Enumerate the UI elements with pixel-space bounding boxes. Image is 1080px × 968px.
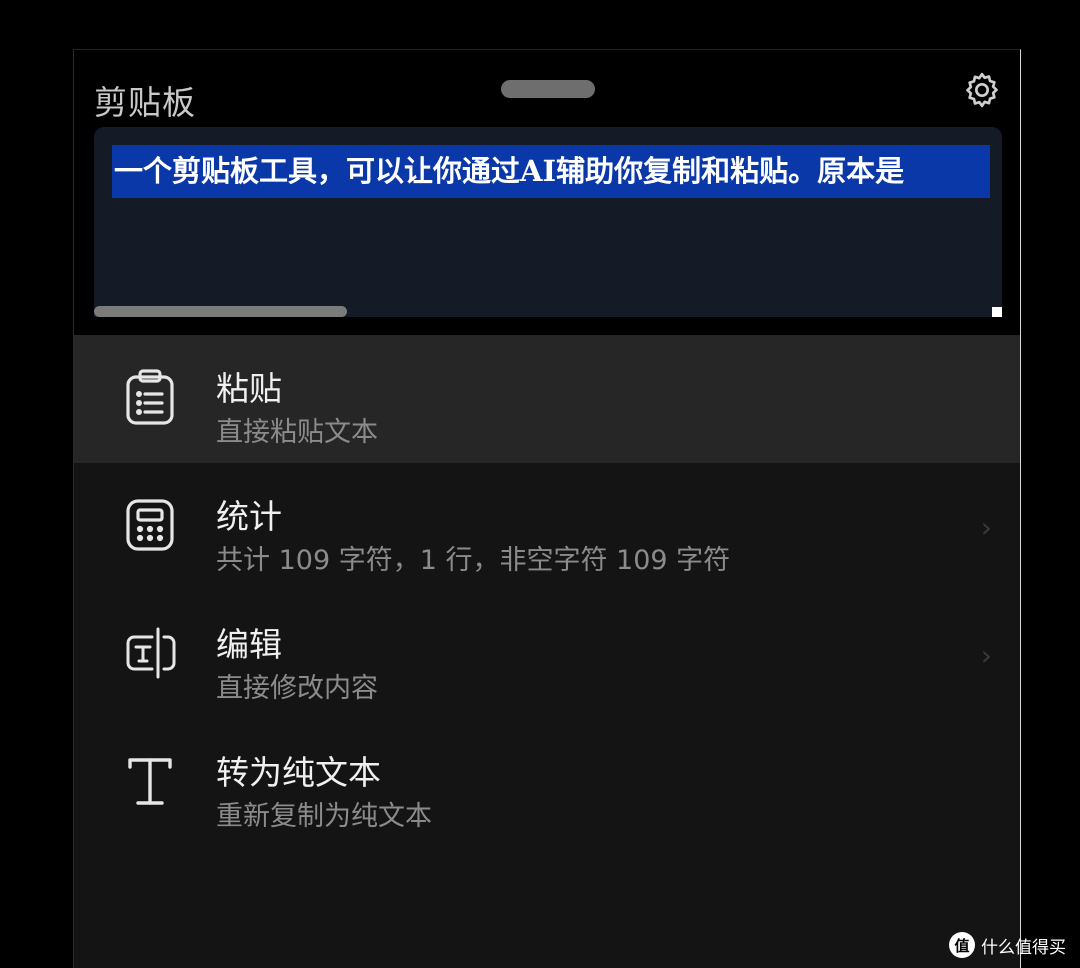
gear-icon[interactable] [962,70,1002,110]
calculator-icon [122,495,178,555]
panel-title: 剪贴板 [94,83,196,122]
clipboard-panel: 剪贴板 一个剪贴板工具，可以让你通过AI辅助你复制和粘贴。原本是 粘贴 直接粘贴… [73,49,1021,968]
menu-item-description: 直接粘贴文本 [216,417,378,448]
text-type-icon [122,751,178,811]
menu-item-paste[interactable]: 粘贴 直接粘贴文本 [74,335,1020,463]
menu-item-stats[interactable]: 统计 共计 109 字符，1 行，非空字符 109 字符 › [74,463,1020,591]
resize-handle[interactable] [992,307,1002,317]
menu-item-description: 共计 109 字符，1 行，非空字符 109 字符 [216,545,731,576]
chevron-right-icon: › [980,639,992,672]
clipboard-text-area[interactable]: 一个剪贴板工具，可以让你通过AI辅助你复制和粘贴。原本是 [94,127,1002,317]
selected-text[interactable]: 一个剪贴板工具，可以让你通过AI辅助你复制和粘贴。原本是 [112,145,990,198]
watermark-text: 什么值得买 [981,937,1066,958]
menu-item-label: 粘贴 [216,369,282,408]
horizontal-scrollbar[interactable] [94,306,347,317]
text-cursor-icon [122,623,178,683]
menu-item-description: 直接修改内容 [216,673,378,704]
menu-item-edit[interactable]: 编辑 直接修改内容 › [74,591,1020,719]
drag-handle[interactable] [501,80,595,98]
menu-item-label: 统计 [216,497,282,536]
menu-item-description: 重新复制为纯文本 [216,801,432,832]
watermark: 值 什么值得买 [949,930,1066,960]
menu-item-plain-text[interactable]: 转为纯文本 重新复制为纯文本 [74,719,1020,847]
menu-item-label: 编辑 [216,625,282,664]
menu-item-label: 转为纯文本 [216,753,381,792]
watermark-logo: 值 [949,932,975,958]
chevron-right-icon: › [980,511,992,544]
clipboard-list-icon [122,367,178,427]
panel-header: 剪贴板 一个剪贴板工具，可以让你通过AI辅助你复制和粘贴。原本是 [74,50,1020,335]
